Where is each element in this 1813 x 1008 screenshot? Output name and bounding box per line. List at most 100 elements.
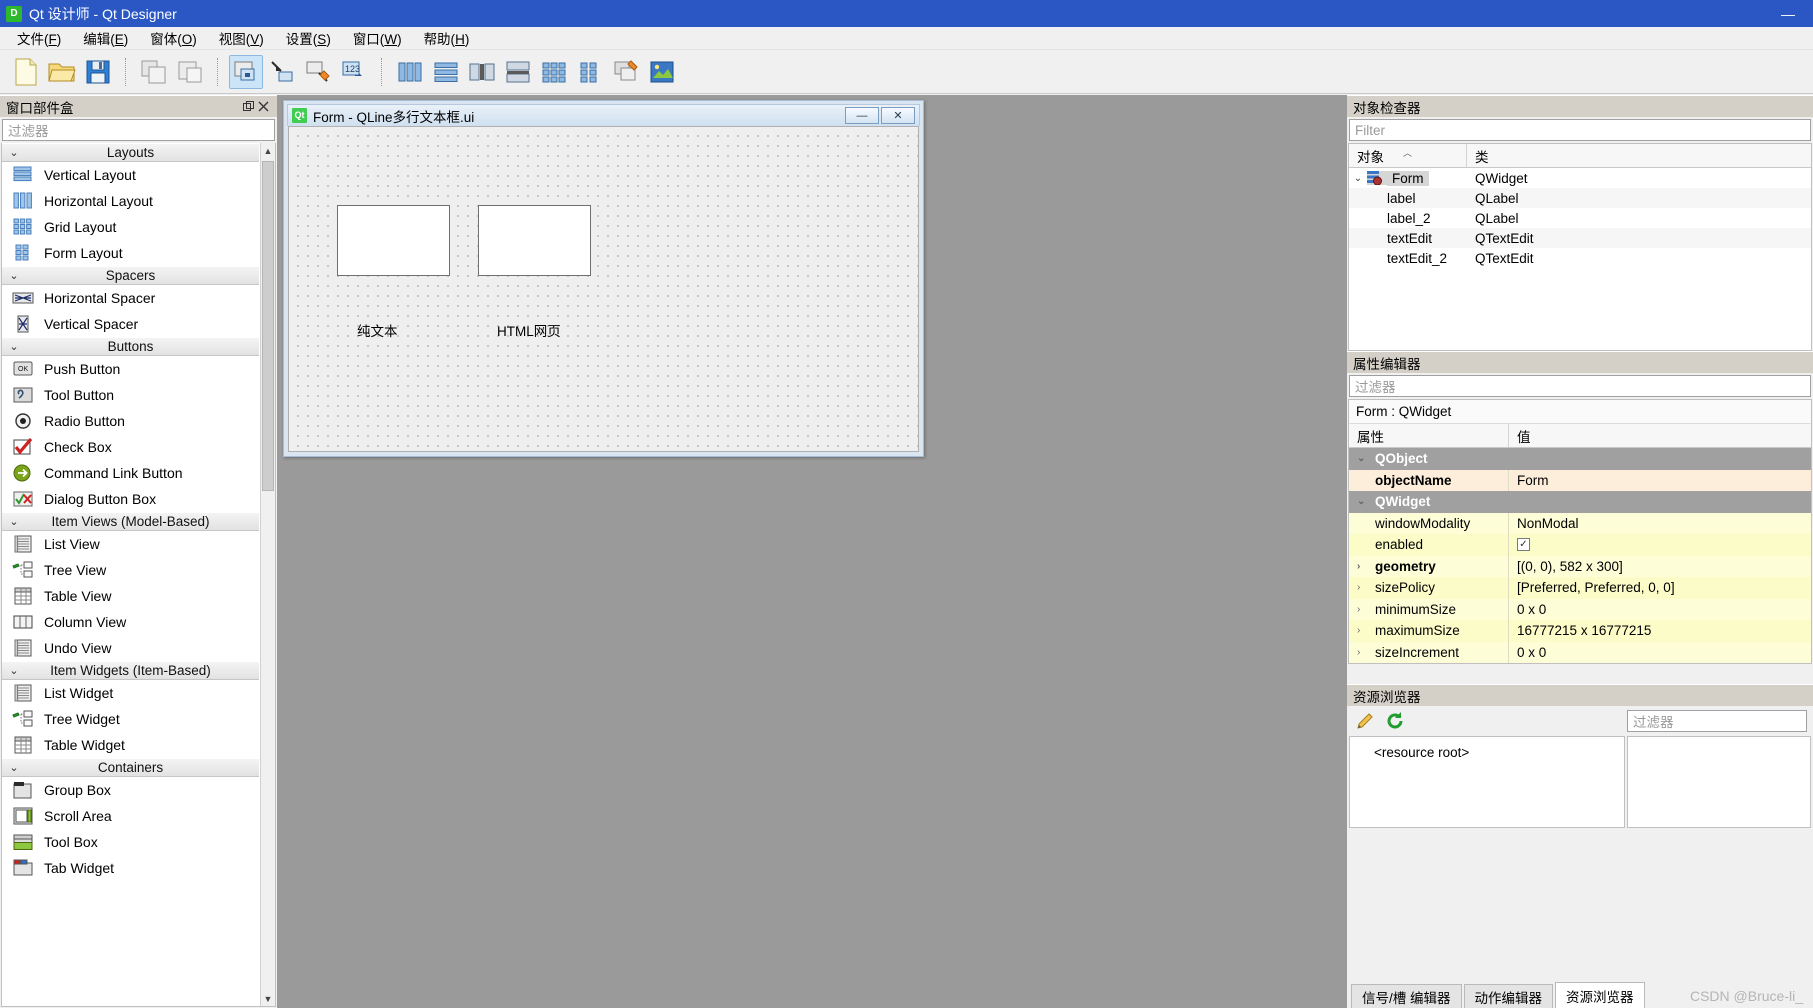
menu-item-3[interactable]: 视图(V): [208, 26, 275, 50]
menu-item-4[interactable]: 设置(S): [275, 26, 342, 50]
chevron-right-icon[interactable]: ›: [1357, 561, 1375, 572]
object-row-textEdit[interactable]: textEdit QTextEdit: [1349, 228, 1811, 248]
widget-category-layouts[interactable]: ⌄ Layouts: [2, 143, 259, 162]
layout-grid-button[interactable]: [537, 55, 571, 89]
bottom-tab-0[interactable]: 信号/槽 编辑器: [1351, 984, 1462, 1008]
scroll-down-arrow[interactable]: ▼: [261, 991, 275, 1006]
copy-button[interactable]: [137, 55, 171, 89]
widget-item-column-view[interactable]: Column View: [2, 609, 259, 635]
widget-category-spacers[interactable]: ⌄ Spacers: [2, 266, 259, 285]
property-row-windowModality[interactable]: windowModality NonModal: [1349, 512, 1811, 535]
widget-item-table-view[interactable]: Table View: [2, 583, 259, 609]
widget-item-group-box[interactable]: Group Box: [2, 777, 259, 803]
widget-item-vertical-spacer[interactable]: Vertical Spacer: [2, 311, 259, 337]
widget-item-command-link-button[interactable]: Command Link Button: [2, 460, 259, 486]
adjust-size-button[interactable]: [645, 55, 679, 89]
property-row-QObject[interactable]: ⌄ QObject: [1349, 448, 1811, 470]
resource-tree[interactable]: <resource root>: [1349, 736, 1625, 828]
widget-item-tree-widget[interactable]: Tree Widget: [2, 706, 259, 732]
form-canvas[interactable]: 纯文本 HTML网页: [288, 126, 919, 452]
object-row-label_2[interactable]: label_2 QLabel: [1349, 208, 1811, 228]
widget-category-containers[interactable]: ⌄ Containers: [2, 758, 259, 777]
widget-item-horizontal-layout[interactable]: Horizontal Layout: [2, 188, 259, 214]
edit-tab-order-button[interactable]: 123: [337, 55, 371, 89]
resource-preview[interactable]: [1627, 736, 1811, 828]
property-row-sizeIncrement[interactable]: › sizeIncrement 0 x 0: [1349, 641, 1811, 663]
reload-icon[interactable]: [1385, 711, 1405, 731]
widget-item-tool-box[interactable]: Tool Box: [2, 829, 259, 855]
form-close-button[interactable]: ✕: [881, 107, 915, 124]
pencil-icon[interactable]: [1355, 711, 1375, 731]
layout-form-button[interactable]: [573, 55, 607, 89]
form-label-label_2[interactable]: HTML网页: [497, 320, 561, 340]
layout-splitter-h-button[interactable]: [465, 55, 499, 89]
text-edit-textEdit[interactable]: [337, 205, 450, 276]
edit-widgets-button[interactable]: [229, 54, 263, 89]
layout-splitter-v-button[interactable]: [501, 55, 535, 89]
open-folder-button[interactable]: [45, 55, 79, 89]
widget-item-undo-view[interactable]: Undo View: [2, 635, 259, 661]
property-column-header[interactable]: 属性: [1349, 424, 1509, 447]
menu-item-2[interactable]: 窗体(O): [139, 26, 208, 50]
widget-category-buttons[interactable]: ⌄ Buttons: [2, 337, 259, 356]
property-value-cell[interactable]: [1509, 491, 1811, 513]
property-row-sizePolicy[interactable]: › sizePolicy [Preferred, Preferred, 0, 0]: [1349, 577, 1811, 599]
float-icon[interactable]: [241, 99, 256, 114]
break-layout-button[interactable]: [609, 55, 643, 89]
chevron-right-icon[interactable]: ›: [1357, 604, 1375, 615]
property-row-geometry[interactable]: › geometry [(0, 0), 582 x 300]: [1349, 555, 1811, 578]
chevron-right-icon[interactable]: ›: [1357, 647, 1375, 658]
scrollbar-thumb[interactable]: [262, 161, 274, 491]
widget-item-tab-widget[interactable]: Tab Widget: [2, 855, 259, 881]
edit-buddies-button[interactable]: [301, 55, 335, 89]
widget-item-horizontal-spacer[interactable]: Horizontal Spacer: [2, 285, 259, 311]
widget-item-dialog-button-box[interactable]: Dialog Button Box: [2, 486, 259, 512]
enabled-checkbox[interactable]: ✓: [1517, 538, 1530, 552]
chevron-down-icon[interactable]: ⌄: [1357, 496, 1375, 507]
chevron-right-icon[interactable]: ›: [1357, 625, 1375, 636]
form-minimize-button[interactable]: —: [845, 107, 879, 124]
menu-item-5[interactable]: 窗口(W): [342, 26, 413, 50]
property-value-cell[interactable]: ✓: [1509, 534, 1811, 556]
new-form-button[interactable]: [9, 55, 43, 89]
layout-vertically-button[interactable]: [429, 55, 463, 89]
widget-item-form-layout[interactable]: Form Layout: [2, 240, 259, 266]
widget-item-check-box[interactable]: Check Box: [2, 434, 259, 460]
widget-item-scroll-area[interactable]: Scroll Area: [2, 803, 259, 829]
chevron-down-icon[interactable]: ⌄: [1357, 453, 1375, 464]
bottom-tab-2[interactable]: 资源浏览器: [1555, 982, 1645, 1008]
property-value-cell[interactable]: 16777215 x 16777215: [1509, 620, 1811, 642]
widget-item-list-widget[interactable]: List Widget: [2, 680, 259, 706]
widget-item-tool-button[interactable]: Tool Button: [2, 382, 259, 408]
text-edit-textEdit_2[interactable]: [478, 205, 591, 276]
object-row-textEdit_2[interactable]: textEdit_2 QTextEdit: [1349, 248, 1811, 268]
property-value-cell[interactable]: NonModal: [1509, 513, 1811, 535]
object-row-Form[interactable]: ⌄ Form QWidget: [1349, 168, 1811, 188]
property-row-maximumSize[interactable]: › maximumSize 16777215 x 16777215: [1349, 620, 1811, 642]
property-row-QWidget[interactable]: ⌄ QWidget: [1349, 491, 1811, 513]
edit-signals-slots-button[interactable]: [265, 55, 299, 89]
class-column-header[interactable]: 类: [1467, 144, 1811, 167]
property-row-enabled[interactable]: enabled ✓: [1349, 534, 1811, 556]
widget-item-push-button[interactable]: OK Push Button: [2, 356, 259, 382]
property-value-cell[interactable]: [Preferred, Preferred, 0, 0]: [1509, 577, 1811, 599]
bottom-tab-1[interactable]: 动作编辑器: [1463, 984, 1554, 1008]
object-column-header[interactable]: 对象 ︿: [1349, 144, 1467, 167]
widget-item-grid-layout[interactable]: Grid Layout: [2, 214, 259, 240]
widget-category-item-views-model-based[interactable]: ⌄ Item Views (Model-Based): [2, 512, 259, 531]
property-value-cell[interactable]: Form: [1509, 470, 1811, 492]
resource-browser-filter[interactable]: 过滤器: [1627, 710, 1807, 732]
widget-item-radio-button[interactable]: Radio Button: [2, 408, 259, 434]
close-icon[interactable]: [256, 99, 271, 114]
menu-item-1[interactable]: 编辑(E): [72, 26, 139, 50]
object-inspector-filter[interactable]: Filter: [1349, 119, 1811, 141]
widget-category-item-widgets-item-based[interactable]: ⌄ Item Widgets (Item-Based): [2, 661, 259, 680]
property-row-minimumSize[interactable]: › minimumSize 0 x 0: [1349, 598, 1811, 620]
widget-item-vertical-layout[interactable]: Vertical Layout: [2, 162, 259, 188]
value-column-header[interactable]: 值: [1509, 424, 1811, 447]
save-button[interactable]: [81, 55, 115, 89]
property-value-cell[interactable]: [1509, 448, 1811, 470]
chevron-right-icon[interactable]: ›: [1357, 582, 1375, 593]
property-value-cell[interactable]: [(0, 0), 582 x 300]: [1509, 556, 1811, 578]
widget-box-filter[interactable]: 过滤器: [2, 119, 275, 141]
